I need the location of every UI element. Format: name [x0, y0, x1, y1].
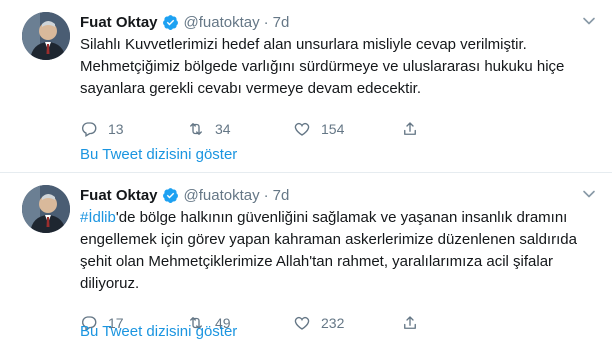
show-thread-link[interactable]: Bu Tweet dizisini göster [80, 323, 237, 340]
tweet-text: Silahlı Kuvvetlerimizi hedef alan unsurl… [80, 36, 565, 97]
tweet-header: Fuat Oktay @fuatoktay · 7d [80, 185, 596, 205]
tweet-header: Fuat Oktay @fuatoktay · 7d [80, 12, 596, 32]
like-count: 154 [321, 121, 345, 137]
share-button[interactable] [401, 118, 419, 140]
share-icon [404, 122, 416, 135]
tweet-text-body: 'de bölge halkının güvenliğini sağlamak … [80, 209, 577, 292]
separator: · [263, 186, 269, 204]
tweet[interactable]: Fuat Oktay @fuatoktay · 7d #İdlib'de böl… [0, 173, 612, 345]
share-button[interactable] [401, 312, 419, 334]
caret-down-icon[interactable] [582, 187, 596, 201]
tweet[interactable]: Fuat Oktay @fuatoktay · 7d Silahlı Kuvve… [0, 0, 612, 173]
author-handle[interactable]: @fuatoktay [184, 187, 260, 204]
like-icon [294, 316, 310, 330]
timestamp[interactable]: 7d [273, 14, 290, 31]
retweet-count: 34 [215, 121, 231, 137]
avatar[interactable] [22, 185, 70, 233]
tweet-text: #İdlib'de bölge halkının güvenliğini sağ… [80, 207, 596, 295]
author-handle[interactable]: @fuatoktay [184, 14, 260, 31]
reply-button[interactable]: 13 [80, 118, 124, 140]
share-icon [404, 316, 416, 329]
verified-badge-icon [162, 187, 179, 204]
retweet-icon [190, 123, 202, 135]
reply-count: 13 [108, 121, 124, 137]
like-icon [294, 122, 310, 136]
author-name[interactable]: Fuat Oktay [80, 14, 158, 31]
timestamp[interactable]: 7d [273, 187, 290, 204]
like-count: 232 [321, 315, 345, 331]
caret-down-icon[interactable] [582, 14, 596, 28]
author-name[interactable]: Fuat Oktay [80, 187, 158, 204]
show-thread-link[interactable]: Bu Tweet dizisini göster [80, 146, 237, 163]
like-button[interactable]: 154 [293, 118, 344, 140]
retweet-button[interactable]: 34 [187, 118, 231, 140]
hashtag-link[interactable]: #İdlib [80, 209, 116, 226]
avatar[interactable] [22, 12, 70, 60]
separator: · [263, 13, 269, 31]
verified-badge-icon [162, 14, 179, 31]
like-button[interactable]: 232 [293, 312, 344, 334]
reply-icon [82, 122, 97, 137]
